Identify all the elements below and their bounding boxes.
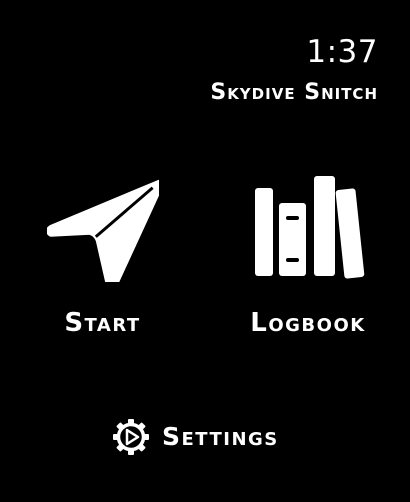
settings-label: Settings [162,422,279,451]
status-bar: 1:37 Skydive Snitch [210,34,378,106]
start-label: Start [64,308,141,338]
settings-button[interactable]: Settings [112,417,279,457]
logbook-button[interactable]: Logbook [228,170,388,345]
clock: 1:37 [306,34,378,70]
start-button[interactable]: Start [30,170,175,345]
gear-play-icon [112,418,150,456]
app-title: Skydive Snitch [210,80,378,105]
books-icon [228,170,388,282]
logbook-label: Logbook [250,308,366,338]
paper-plane-icon [30,170,175,282]
